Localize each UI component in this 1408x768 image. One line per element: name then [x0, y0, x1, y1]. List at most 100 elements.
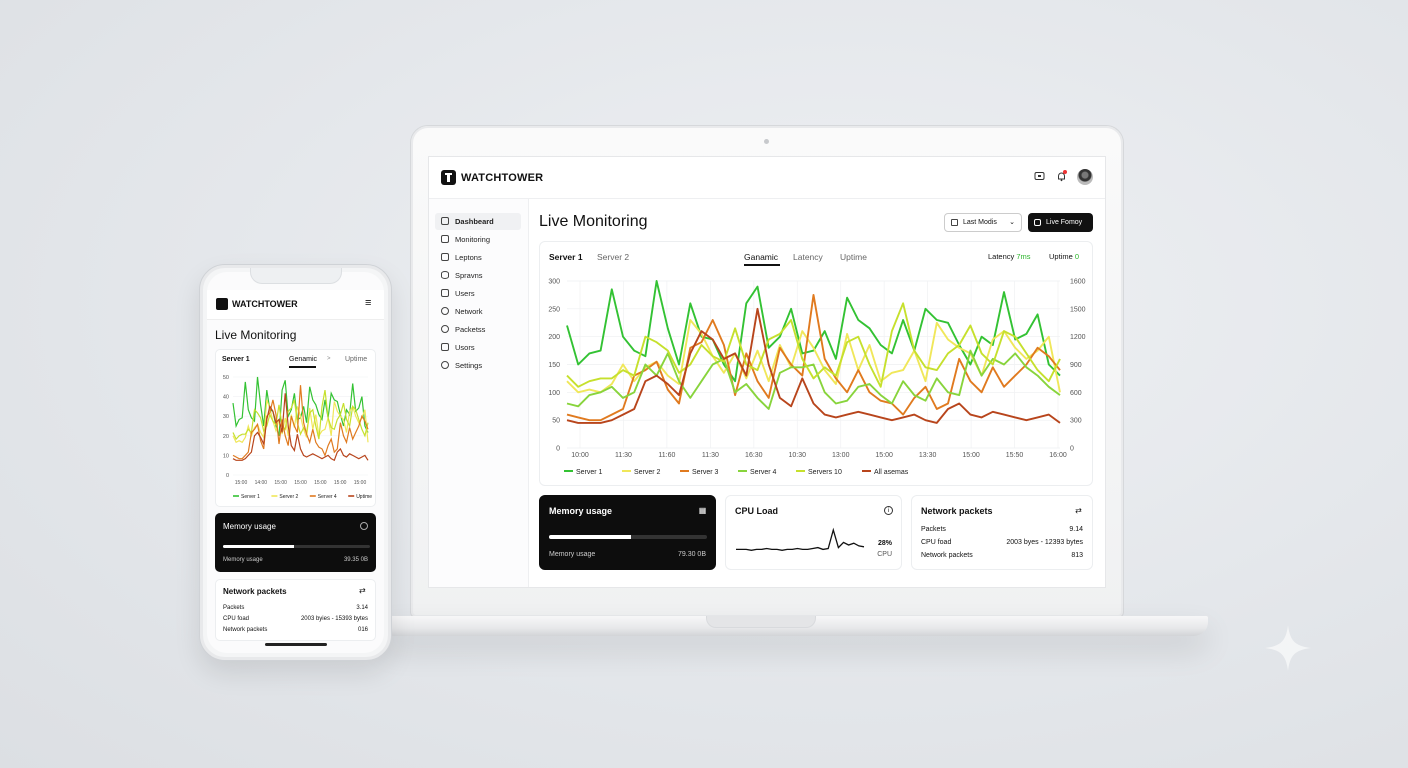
phone-memory-label: Memory usage	[223, 557, 263, 563]
phone-header: WATCHTOWER ≡	[207, 290, 384, 320]
watchtower-logo-icon	[216, 298, 228, 310]
x-tick-label: 13:30	[919, 452, 937, 459]
memory-card: Memory usage ▦ Memory usage 79.30 0B	[539, 495, 716, 570]
phone-page-title: Live Monitoring	[215, 328, 297, 342]
cpu-spark-line	[736, 527, 865, 551]
phone-memory-bar-fill	[223, 545, 294, 548]
sidebar-item-label: Users	[455, 289, 475, 298]
sidebar-item-label: Spravns	[455, 271, 483, 280]
y-tick-label: 50	[552, 418, 560, 425]
legend-label: Server 2	[279, 494, 298, 500]
x-tick-label: 15:50	[1006, 452, 1024, 459]
phone-network-row-value: 3.14	[356, 605, 368, 611]
page-title: Live Monitoring	[539, 213, 648, 230]
network-title: Network packets	[921, 506, 993, 516]
chat-icon[interactable]	[1033, 171, 1045, 183]
live-button[interactable]: Live Fomoy	[1028, 213, 1093, 232]
memory-chip-icon: ▦	[698, 506, 707, 515]
cpu-card: CPU Load i 28% CPU	[725, 495, 902, 570]
phone-home-indicator[interactable]	[265, 643, 327, 646]
info-icon[interactable]: i	[884, 506, 893, 515]
date-range-label: Last Modis	[963, 219, 997, 226]
memory-bar-fill	[549, 535, 632, 539]
y2-tick-label: 1500	[1070, 306, 1086, 313]
phone-memory-title: Memory usage	[223, 522, 276, 531]
sparkle-icon	[1265, 625, 1311, 671]
monitor-icon	[441, 289, 449, 297]
line-chart: 300 1600 250 1500 200 1200 150 900 100 600 50 300 0 0…	[548, 279, 1086, 477]
network-row-label: Network packets	[921, 552, 973, 559]
phone-network-row-label: Network packets	[223, 627, 268, 633]
lock-icon	[441, 343, 449, 351]
x-tick-label: 15:00	[354, 480, 367, 486]
network-card: Network packets ⇄ Packets 9.14 CPU foad …	[911, 495, 1093, 570]
sidebar-item-label: Settings	[455, 361, 483, 370]
sidebar-item-settings[interactable]: Settings	[435, 357, 521, 374]
sidebar-item-usors[interactable]: Usors	[435, 339, 521, 356]
memory-title: Memory usage	[549, 506, 613, 516]
laptop-screen: WATCHTOWER Dashbeard Monitoring Leptons …	[428, 156, 1106, 588]
cpu-unit: CPU	[877, 551, 892, 558]
grid-icon	[441, 235, 449, 243]
sidebar-item-users[interactable]: Users	[435, 285, 521, 302]
gear-icon	[441, 361, 449, 369]
y2-tick-label: 0	[1070, 446, 1074, 453]
avatar[interactable]	[1077, 169, 1093, 185]
sidebar-item-leptons[interactable]: Leptons	[435, 249, 521, 266]
x-tick-label: 16:00	[1049, 452, 1067, 459]
sidebar-item-label: Network	[455, 307, 483, 316]
memory-label: Memory usage	[549, 551, 596, 558]
x-tick-label: 15:00	[294, 480, 307, 486]
legend-label: Server 4	[318, 494, 337, 500]
y-tick-label: 300	[548, 279, 560, 286]
x-tick-label: 15:00	[274, 480, 287, 486]
sidebar-item-network[interactable]: Network	[435, 303, 521, 320]
y-tick-label: 200	[548, 334, 560, 341]
y-tick-label: 20	[223, 434, 229, 440]
x-tick-label: 13:00	[832, 452, 850, 459]
date-range-dropdown[interactable]: Last Modis ⌄	[944, 213, 1022, 232]
y2-tick-label: 1200	[1070, 334, 1086, 341]
hamburger-menu-icon[interactable]: ≡	[365, 297, 371, 309]
chart-card: Server 1 Server 2 Ganamic Latency Uptime…	[539, 241, 1093, 486]
phone-line-chart: 50 40 30 20 10 0 15:00 14:00 15:00 15:00 15:00 15:0…	[223, 375, 372, 500]
legend-label: Uptime	[356, 494, 372, 500]
sidebar-item-packets[interactable]: Packetss	[435, 321, 521, 338]
phone-brand-name: WATCHTOWER	[232, 299, 298, 309]
laptop-opening-notch	[706, 616, 816, 628]
sidebar-item-monitoring[interactable]: Monitoring	[435, 231, 521, 248]
x-tick-label: 15:00	[314, 480, 327, 486]
phone-memory-value: 39.35 0B	[343, 557, 368, 563]
sidebar-item-label: Leptons	[455, 253, 482, 262]
legend-label: Server 1	[576, 469, 603, 476]
sidebar-item-label: Packetss	[455, 325, 486, 334]
live-button-label: Live Fomoy	[1046, 219, 1083, 226]
network-row-value: 813	[1071, 552, 1083, 559]
y-tick-label: 50	[223, 375, 229, 381]
y-tick-label: 0	[556, 446, 560, 453]
sidebar-item-dashboard[interactable]: Dashbeard	[435, 213, 521, 230]
phone-network-title: Network packets	[223, 587, 287, 596]
network-row-value: 9.14	[1069, 526, 1083, 533]
sliders-icon[interactable]: ⇄	[1074, 506, 1083, 515]
y2-tick-label: 300	[1070, 418, 1082, 425]
sliders-icon[interactable]: ⇄	[359, 586, 366, 595]
cpu-title: CPU Load	[735, 506, 779, 516]
cpu-sparkline	[736, 527, 865, 551]
phone-notch	[250, 268, 342, 284]
list-icon	[441, 253, 449, 261]
camera-icon	[764, 139, 769, 144]
memory-value: 79.30 0B	[677, 551, 706, 558]
chevron-down-icon: ⌄	[1009, 219, 1015, 226]
memory-bar	[549, 535, 707, 539]
y-tick-label: 10	[223, 453, 229, 459]
notification-dot	[1063, 170, 1067, 174]
sidebar-item-spravns[interactable]: Spravns	[435, 267, 521, 284]
network-row-label: CPU foad	[921, 539, 952, 546]
x-tick-label: 15:00	[875, 452, 893, 459]
x-tick-label: 11:60	[658, 452, 675, 459]
legend-label: All asemas	[874, 469, 909, 476]
info-icon[interactable]	[360, 522, 368, 530]
y2-tick-label: 600	[1070, 390, 1082, 397]
x-tick-label: 15:00	[334, 480, 347, 486]
